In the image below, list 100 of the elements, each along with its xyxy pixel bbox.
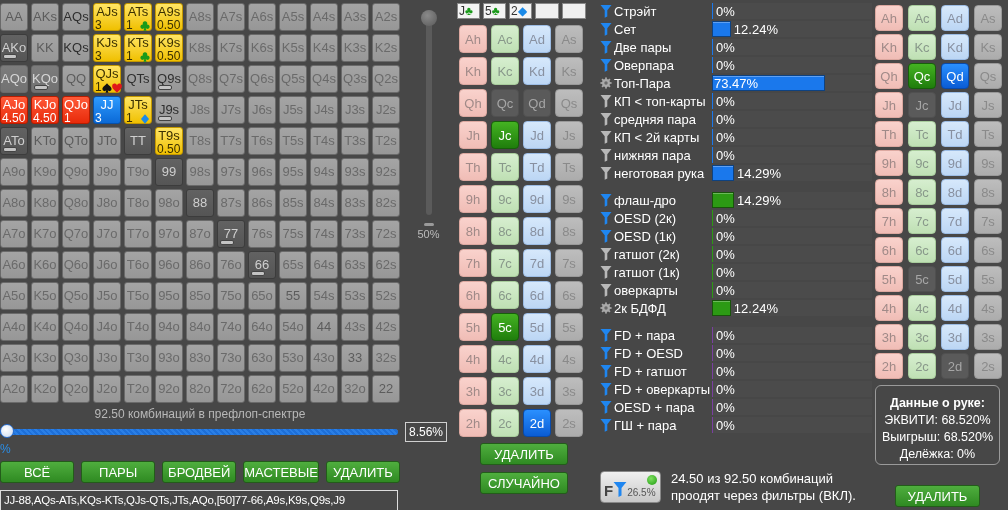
card-button[interactable]: Qh (459, 89, 487, 117)
hand-cell[interactable]: AQo (0, 65, 28, 93)
funnel-icon[interactable] (600, 193, 612, 207)
hand-cell[interactable]: JTo (93, 127, 121, 155)
card-button[interactable]: 2d (523, 409, 551, 437)
card-button[interactable]: 7c (908, 208, 936, 234)
funnel-icon[interactable] (600, 211, 612, 225)
card-button[interactable]: 5h (459, 313, 487, 341)
card-button[interactable]: 8d (523, 217, 551, 245)
board-button[interactable]: СЛУЧАЙНО (480, 472, 568, 494)
hand-cell[interactable]: Q9s (155, 65, 183, 93)
card-button[interactable]: 9c (908, 150, 936, 176)
card-button[interactable]: 9d (523, 185, 551, 213)
card-button[interactable]: Qc (908, 63, 936, 89)
hand-cell[interactable]: JJ 3 (93, 96, 121, 124)
hand-cell[interactable]: KTs 1 (124, 34, 152, 62)
gear-icon[interactable] (600, 301, 612, 315)
hand-cell[interactable]: 77 (217, 220, 245, 248)
hand-cell[interactable]: JTs 1 (124, 96, 152, 124)
card-button[interactable]: 8h (459, 217, 487, 245)
card-button[interactable]: Kh (875, 34, 903, 60)
hand-cell[interactable]: AQs (62, 3, 90, 31)
funnel-icon[interactable] (600, 328, 612, 342)
card-button[interactable]: Th (459, 153, 487, 181)
card-button[interactable]: 3d (941, 324, 969, 350)
filter-toggle-button[interactable]: F 26.5% (600, 471, 661, 503)
board-card[interactable]: J♣ (457, 3, 480, 19)
card-button[interactable]: 9h (459, 185, 487, 213)
hand-cell[interactable]: 66 (248, 251, 276, 279)
card-button[interactable]: 7d (941, 208, 969, 234)
card-button[interactable]: Td (941, 121, 969, 147)
card-button[interactable]: Kh (459, 57, 487, 85)
card-button[interactable]: 3h (875, 324, 903, 350)
card-button[interactable]: Jd (941, 92, 969, 118)
card-button[interactable]: Jh (875, 92, 903, 118)
funnel-icon[interactable] (600, 283, 612, 297)
card-button[interactable]: 9c (491, 185, 519, 213)
card-button[interactable]: 9d (941, 150, 969, 176)
card-button[interactable]: Kc (491, 57, 519, 85)
empty-card-slot[interactable] (562, 3, 586, 19)
card-button[interactable]: 7d (523, 249, 551, 277)
card-button[interactable]: 8c (491, 217, 519, 245)
card-button[interactable]: Kd (523, 57, 551, 85)
hand-cell[interactable]: KK (31, 34, 59, 62)
hand-cell[interactable]: A9s 0.50 (155, 3, 183, 31)
card-button[interactable]: Tc (491, 153, 519, 181)
card-button[interactable]: Ah (459, 25, 487, 53)
hand-cell[interactable]: QJo 1 (62, 96, 90, 124)
card-button[interactable]: 5d (941, 266, 969, 292)
card-button[interactable]: 3h (459, 377, 487, 405)
slider-thumb[interactable] (420, 10, 437, 26)
hand-cell[interactable]: 55 (279, 282, 307, 310)
board-button[interactable]: УДАЛИТЬ (480, 443, 568, 465)
card-button[interactable]: Ac (491, 25, 519, 53)
card-button[interactable]: 4d (941, 295, 969, 321)
card-button[interactable]: 8h (875, 179, 903, 205)
funnel-icon[interactable] (600, 346, 612, 360)
board-card[interactable]: 2◆ (509, 3, 532, 19)
card-button[interactable]: Ac (908, 5, 936, 31)
card-button[interactable]: Kc (908, 34, 936, 60)
hand-cell[interactable]: TT (124, 127, 152, 155)
hand-cell[interactable]: KQs (62, 34, 90, 62)
card-button[interactable]: 3c (491, 377, 519, 405)
card-button[interactable]: Ad (523, 25, 551, 53)
empty-card-slot[interactable] (535, 3, 559, 19)
hand-cell[interactable]: AJs 3 (93, 3, 121, 31)
funnel-icon[interactable] (600, 4, 612, 18)
card-button[interactable]: 6h (875, 237, 903, 263)
hand-cell[interactable]: QTo (62, 127, 90, 155)
card-button[interactable]: Jh (459, 121, 487, 149)
funnel-icon[interactable] (600, 112, 612, 126)
card-button[interactable]: 2h (459, 409, 487, 437)
card-button[interactable]: 5d (523, 313, 551, 341)
funnel-icon[interactable] (600, 364, 612, 378)
card-button[interactable]: 2c (491, 409, 519, 437)
funnel-icon[interactable] (600, 40, 612, 54)
hand-cell[interactable]: KJo 4.50 (31, 96, 59, 124)
card-button[interactable]: Qh (875, 63, 903, 89)
hand-cell[interactable]: 22 (372, 375, 400, 403)
funnel-icon[interactable] (600, 229, 612, 243)
hand-cell[interactable]: AJo 4.50 (0, 96, 28, 124)
board-card[interactable]: 5♣ (483, 3, 506, 19)
card-button[interactable]: Jd (523, 121, 551, 149)
funnel-icon[interactable] (600, 382, 612, 396)
card-button[interactable]: 4d (523, 345, 551, 373)
card-button[interactable]: 2h (875, 353, 903, 379)
slider-thumb[interactable] (0, 424, 14, 438)
card-button[interactable]: 3d (523, 377, 551, 405)
card-button[interactable]: 5c (491, 313, 519, 341)
card-button[interactable]: 3c (908, 324, 936, 350)
hand-cell[interactable]: ATo (0, 127, 28, 155)
hand-cell[interactable]: T9s 0.50 (155, 127, 183, 155)
hand-cell[interactable]: ATs 1 (124, 3, 152, 31)
card-button[interactable]: Qd (941, 63, 969, 89)
card-button[interactable]: Ad (941, 5, 969, 31)
hand-cell[interactable]: AKo (0, 34, 28, 62)
card-button[interactable]: Tc (908, 121, 936, 147)
funnel-icon[interactable] (600, 166, 612, 180)
hand-cell[interactable]: KTo (31, 127, 59, 155)
card-button[interactable]: 9h (875, 150, 903, 176)
